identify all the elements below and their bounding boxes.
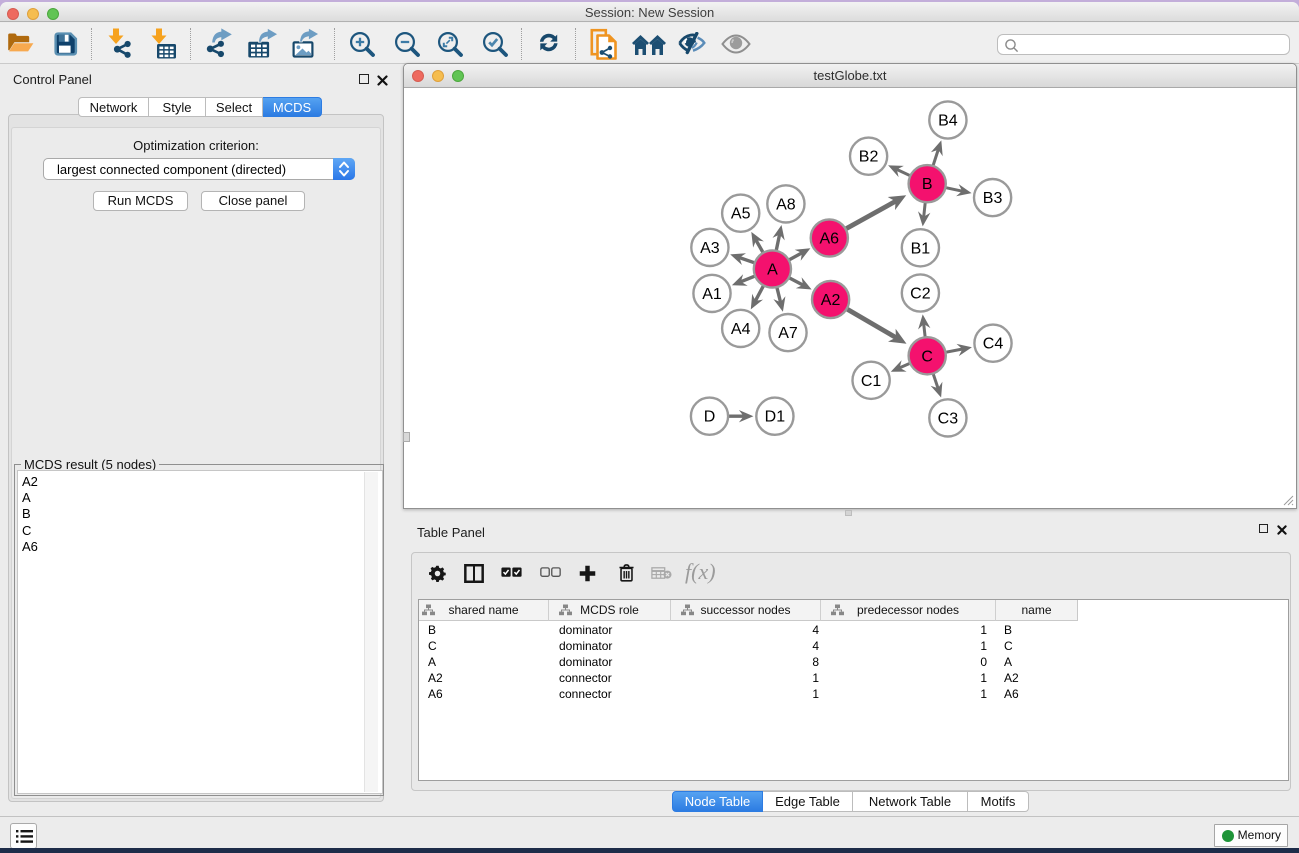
svg-text:A8: A8: [776, 196, 796, 213]
svg-text:B2: B2: [859, 149, 879, 166]
svg-text:B4: B4: [938, 113, 958, 130]
svg-text:B3: B3: [983, 190, 1003, 207]
svg-text:A: A: [767, 262, 778, 279]
svg-text:A4: A4: [731, 321, 751, 338]
svg-text:A5: A5: [731, 206, 751, 223]
svg-text:A3: A3: [700, 240, 720, 257]
svg-text:A7: A7: [778, 325, 798, 342]
svg-text:C1: C1: [861, 373, 882, 390]
svg-text:C: C: [921, 348, 933, 365]
svg-text:B: B: [922, 176, 933, 193]
svg-text:A1: A1: [702, 286, 722, 303]
svg-text:D1: D1: [765, 409, 786, 426]
svg-text:A2: A2: [821, 292, 841, 309]
svg-text:C4: C4: [983, 336, 1004, 353]
svg-text:B1: B1: [911, 240, 931, 257]
svg-text:C2: C2: [910, 286, 931, 303]
svg-text:C3: C3: [938, 410, 959, 427]
svg-text:A6: A6: [820, 231, 840, 248]
svg-text:D: D: [704, 409, 716, 426]
